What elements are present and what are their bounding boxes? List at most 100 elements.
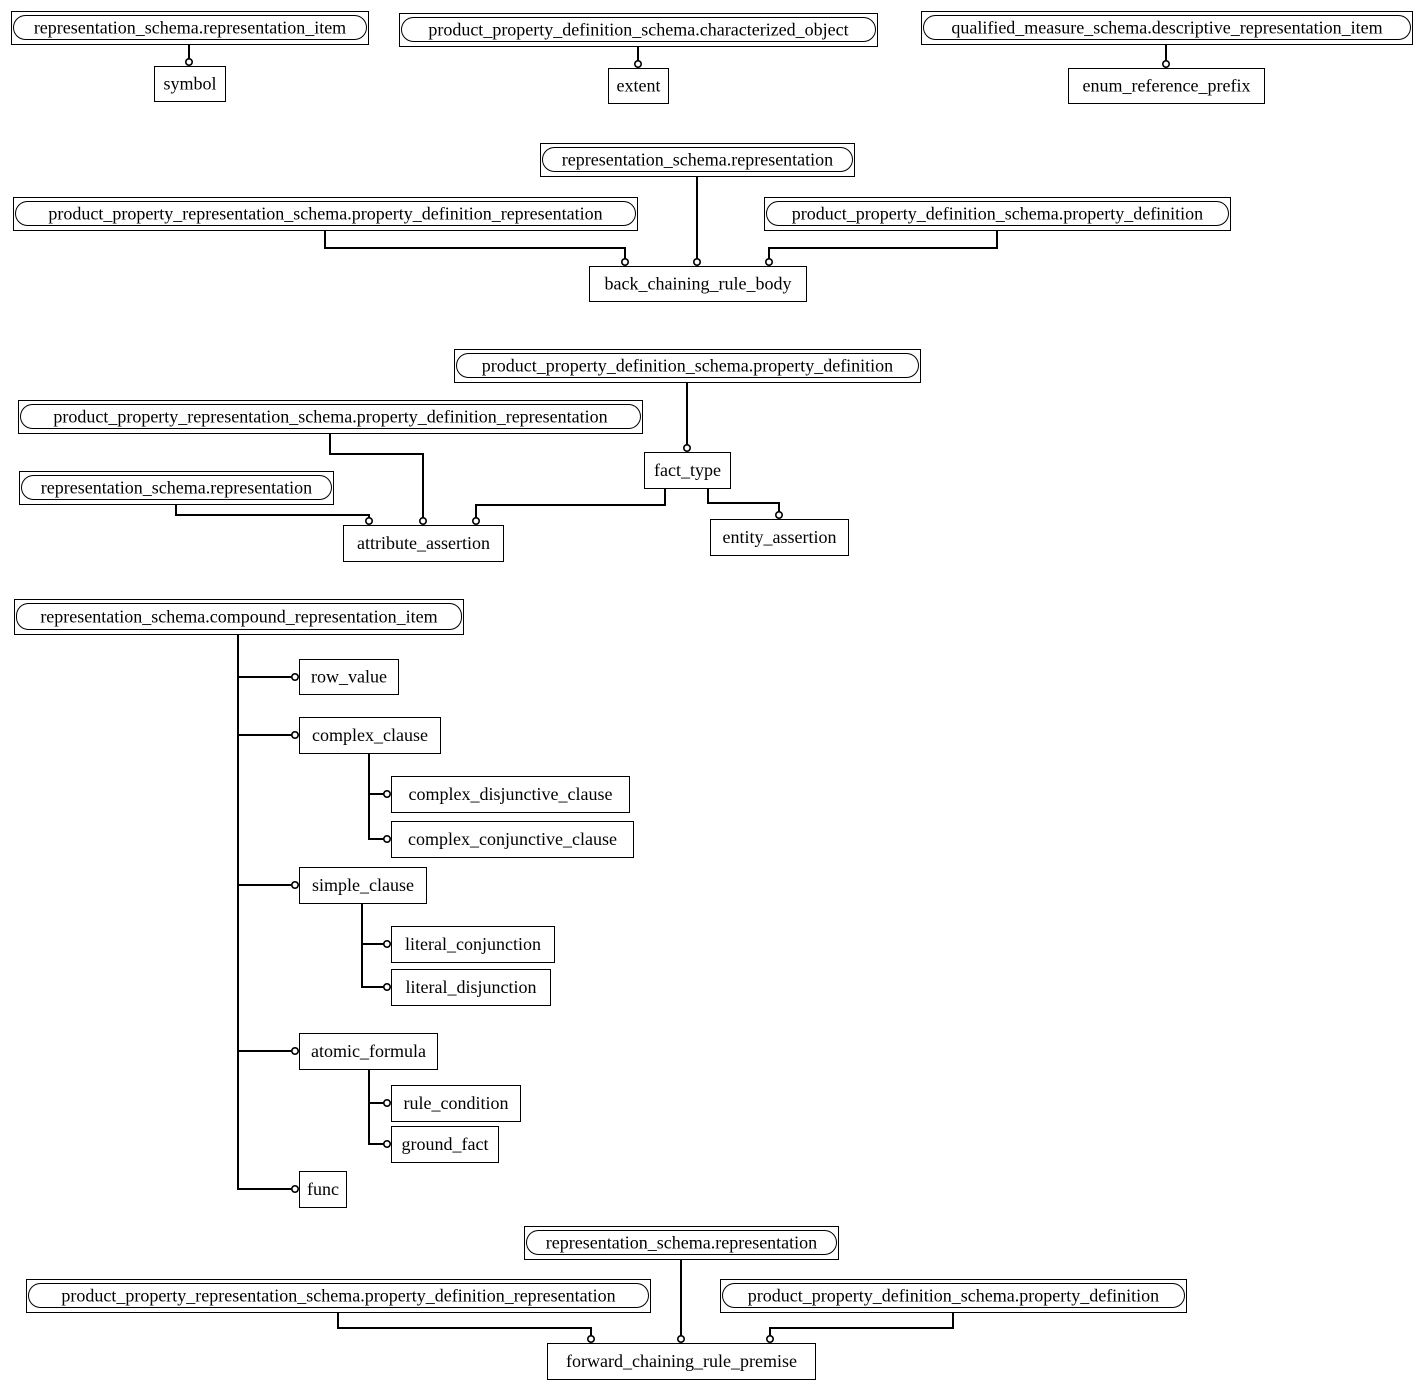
edge-n25-to-n27 <box>368 1103 391 1149</box>
entity-node-n25[interactable]: atomic_formula <box>299 1033 438 1070</box>
entity-node-n16[interactable]: entity_assertion <box>710 519 849 556</box>
subtype-circle-icon <box>185 57 194 66</box>
node-label: product_property_definition_schema.prope… <box>482 356 893 376</box>
edge-n17-to-n25 <box>237 885 299 1056</box>
external-entity-node-n31[interactable]: product_property_definition_schema.prope… <box>720 1279 1187 1313</box>
edge-line <box>237 735 295 886</box>
entity-node-n32[interactable]: forward_chaining_rule_premise <box>547 1343 816 1380</box>
node-label: complex_clause <box>312 725 428 745</box>
edge-n19-to-n20 <box>368 753 391 798</box>
edge-n17-to-n18 <box>237 634 299 681</box>
edge-n31-to-n32 <box>765 1312 954 1344</box>
edge-n14-to-n16 <box>707 488 783 519</box>
edge-line <box>368 753 387 795</box>
external-entity-node-n17[interactable]: representation_schema.compound_represent… <box>14 599 464 635</box>
external-entity-node-n30[interactable]: product_property_representation_schema.p… <box>26 1279 651 1313</box>
node-label: forward_chaining_rule_premise <box>566 1351 797 1371</box>
external-entity-node-n12[interactable]: product_property_representation_schema.p… <box>18 400 643 434</box>
edge-n13-to-n15 <box>175 504 373 525</box>
entity-node-n20[interactable]: complex_disjunctive_clause <box>391 776 630 813</box>
external-entity-node-n11[interactable]: product_property_definition_schema.prope… <box>454 349 921 383</box>
edge-n19-to-n21 <box>368 794 391 843</box>
node-label: fact_type <box>654 460 721 480</box>
edge-line <box>237 677 295 736</box>
subtype-circle-icon <box>418 516 427 525</box>
entity-node-n28[interactable]: func <box>299 1171 347 1208</box>
entity-node-n6[interactable]: enum_reference_prefix <box>1068 68 1265 104</box>
entity-node-n18[interactable]: row_value <box>299 659 399 695</box>
external-entity-node-n29[interactable]: representation_schema.representation <box>524 1226 839 1260</box>
edge-line <box>769 1312 954 1339</box>
entity-node-n23[interactable]: literal_conjunction <box>391 926 555 963</box>
edge-n17-to-n19 <box>237 677 299 739</box>
edge-n22-to-n24 <box>361 944 391 991</box>
edge-n17-to-n22 <box>237 735 299 889</box>
edge-n11-to-n14 <box>682 382 691 452</box>
subtype-circle-icon <box>290 672 299 681</box>
node-label: literal_conjunction <box>405 934 541 954</box>
node-label: qualified_measure_schema.descriptive_rep… <box>951 18 1382 38</box>
subtype-circle-icon <box>382 982 391 991</box>
node-label: entity_assertion <box>723 527 837 547</box>
edge-n8-to-n10 <box>324 230 629 266</box>
edge-line <box>707 488 780 515</box>
entity-node-n10[interactable]: back_chaining_rule_body <box>589 266 807 302</box>
entity-node-n26[interactable]: rule_condition <box>391 1085 521 1122</box>
subtype-circle-icon <box>586 1335 595 1344</box>
edge-n3-to-n4 <box>633 46 642 68</box>
subtype-circle-icon <box>774 510 783 519</box>
node-label: simple_clause <box>312 875 414 895</box>
external-entity-node-n7[interactable]: representation_schema.representation <box>540 143 855 177</box>
node-label: atomic_formula <box>311 1041 426 1061</box>
subtype-circle-icon <box>382 1140 391 1149</box>
node-label: product_property_representation_schema.p… <box>53 407 607 427</box>
entity-node-n22[interactable]: simple_clause <box>299 867 427 904</box>
external-entity-node-n8[interactable]: product_property_representation_schema.p… <box>13 197 638 231</box>
external-entity-node-n5[interactable]: qualified_measure_schema.descriptive_rep… <box>921 11 1413 45</box>
node-label: func <box>307 1179 339 1199</box>
edge-n9-to-n10 <box>764 230 998 266</box>
subtype-circle-icon <box>290 730 299 739</box>
node-label: representation_schema.representation <box>562 150 833 170</box>
edge-n17-to-n28 <box>237 1051 299 1194</box>
edge-line <box>237 1051 295 1190</box>
edge-n29-to-n32 <box>676 1259 685 1344</box>
node-label: representation_schema.representation_ite… <box>34 18 346 38</box>
subtype-circle-icon <box>633 59 642 68</box>
external-entity-node-n13[interactable]: representation_schema.representation <box>19 471 334 505</box>
entity-node-n21[interactable]: complex_conjunctive_clause <box>391 821 634 858</box>
entity-node-n2[interactable]: symbol <box>154 66 226 102</box>
external-entity-node-n3[interactable]: product_property_definition_schema.chara… <box>399 13 878 47</box>
edge-n25-to-n26 <box>368 1069 391 1108</box>
node-label: product_property_definition_schema.prope… <box>792 204 1203 224</box>
edge-line <box>361 903 387 945</box>
edge-line <box>368 1103 387 1145</box>
subtype-circle-icon <box>471 516 480 525</box>
edge-line <box>237 885 295 1052</box>
edge-line <box>324 230 626 262</box>
node-label: attribute_assertion <box>357 533 490 553</box>
edge-line <box>768 230 998 262</box>
node-label: rule_condition <box>404 1093 509 1113</box>
entity-node-n4[interactable]: extent <box>608 68 669 104</box>
edge-n14-to-n15 <box>471 488 666 525</box>
subtype-circle-icon <box>676 1335 685 1344</box>
node-label: product_property_definition_schema.chara… <box>428 20 848 40</box>
entity-node-n27[interactable]: ground_fact <box>391 1126 499 1163</box>
edge-n12-to-n15 <box>329 433 427 525</box>
edge-line <box>361 944 387 988</box>
node-label: literal_disjunction <box>406 977 537 997</box>
node-label: product_property_definition_schema.prope… <box>748 1286 1159 1306</box>
subtype-circle-icon <box>620 257 629 266</box>
entity-node-n19[interactable]: complex_clause <box>299 717 441 754</box>
external-entity-node-n1[interactable]: representation_schema.representation_ite… <box>11 11 369 45</box>
entity-node-n14[interactable]: fact_type <box>644 452 731 489</box>
entity-node-n24[interactable]: literal_disjunction <box>391 969 551 1006</box>
node-label: complex_disjunctive_clause <box>409 784 613 804</box>
entity-node-n15[interactable]: attribute_assertion <box>343 525 504 562</box>
subtype-circle-icon <box>364 516 373 525</box>
external-entity-node-n9[interactable]: product_property_definition_schema.prope… <box>764 197 1231 231</box>
express-g-diagram: representation_schema.representation_ite… <box>11 11 1413 1380</box>
edge-n1-to-n2 <box>185 44 194 66</box>
edge-n30-to-n32 <box>337 1312 595 1344</box>
